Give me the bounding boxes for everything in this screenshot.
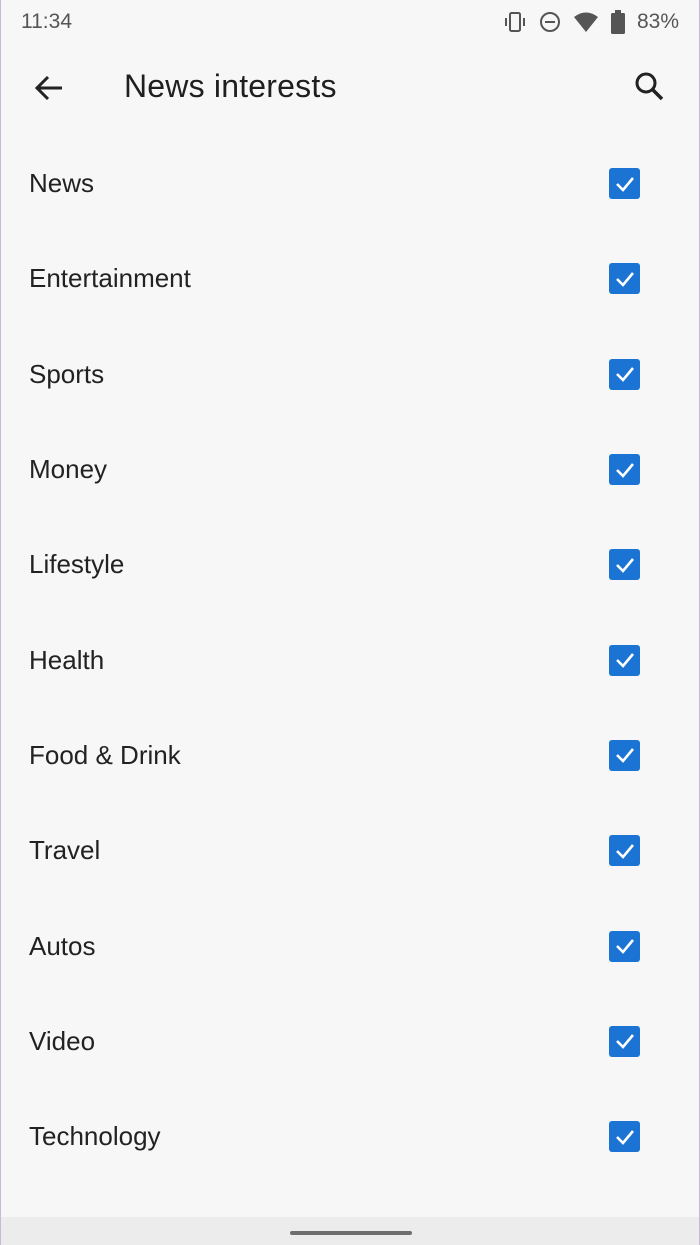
check-icon xyxy=(615,843,634,859)
check-icon xyxy=(615,1034,634,1050)
interest-checkbox[interactable] xyxy=(609,739,640,771)
page-title: News interests xyxy=(124,68,337,104)
interest-row[interactable]: Sports xyxy=(1,327,699,422)
back-button[interactable] xyxy=(29,70,69,110)
interest-row[interactable]: Travel xyxy=(1,803,699,898)
dnd-icon xyxy=(539,11,561,33)
interest-row[interactable]: Video xyxy=(1,994,699,1089)
interest-checkbox[interactable] xyxy=(609,1025,640,1057)
vibrate-icon xyxy=(503,11,527,33)
interest-label: Food & Drink xyxy=(29,739,181,770)
interest-row[interactable]: Technology xyxy=(1,1089,699,1184)
status-icons: 83% xyxy=(503,10,679,34)
interest-checkbox[interactable] xyxy=(609,454,640,486)
interest-row[interactable]: Health xyxy=(1,612,699,707)
app-bar: News interests xyxy=(1,44,699,134)
check-icon xyxy=(615,939,634,954)
interest-checkbox[interactable] xyxy=(609,835,640,867)
status-time: 11:34 xyxy=(21,10,72,33)
interest-row[interactable]: Food & Drink xyxy=(1,708,699,803)
interest-row[interactable]: News xyxy=(1,136,699,231)
wifi-icon xyxy=(573,11,599,33)
interest-label: Technology xyxy=(29,1121,161,1152)
status-bar: 11:34 83% xyxy=(1,0,699,44)
interest-checkbox[interactable] xyxy=(609,1121,640,1153)
interest-row[interactable]: Entertainment xyxy=(1,231,699,326)
interest-label: Autos xyxy=(29,930,96,961)
check-icon xyxy=(615,1129,634,1145)
interest-label: Sports xyxy=(29,358,105,389)
check-icon xyxy=(615,176,634,192)
interest-checkbox[interactable] xyxy=(609,930,640,962)
check-icon xyxy=(615,462,634,478)
interests-list: News Entertainment Sports Money Lifestyle Hea… xyxy=(1,136,699,1184)
interest-label: Video xyxy=(29,1025,96,1056)
interest-label: Entertainment xyxy=(29,263,191,294)
interest-label: Money xyxy=(29,454,108,485)
check-icon xyxy=(615,272,634,287)
interest-checkbox[interactable] xyxy=(609,168,640,200)
check-icon xyxy=(615,367,634,383)
battery-percent: 83% xyxy=(636,10,679,33)
battery-icon xyxy=(610,10,625,34)
interest-checkbox[interactable] xyxy=(609,549,640,581)
interest-checkbox[interactable] xyxy=(609,358,640,390)
interest-row[interactable]: Money xyxy=(1,422,699,517)
check-icon xyxy=(615,748,634,764)
interest-label: Lifestyle xyxy=(29,549,125,580)
interest-label: Health xyxy=(29,644,105,675)
interest-row[interactable]: Lifestyle xyxy=(1,517,699,612)
check-icon xyxy=(615,557,634,573)
navigation-bar xyxy=(1,1217,699,1245)
home-indicator[interactable] xyxy=(290,1231,412,1235)
interest-checkbox[interactable] xyxy=(609,263,640,295)
interest-label: News xyxy=(29,168,95,199)
search-icon xyxy=(633,70,665,107)
check-icon xyxy=(615,653,634,669)
interest-checkbox[interactable] xyxy=(609,644,640,676)
search-button[interactable] xyxy=(629,68,669,108)
interest-label: Travel xyxy=(29,835,101,866)
arrow-back-icon xyxy=(33,72,65,109)
interest-row[interactable]: Autos xyxy=(1,898,699,993)
